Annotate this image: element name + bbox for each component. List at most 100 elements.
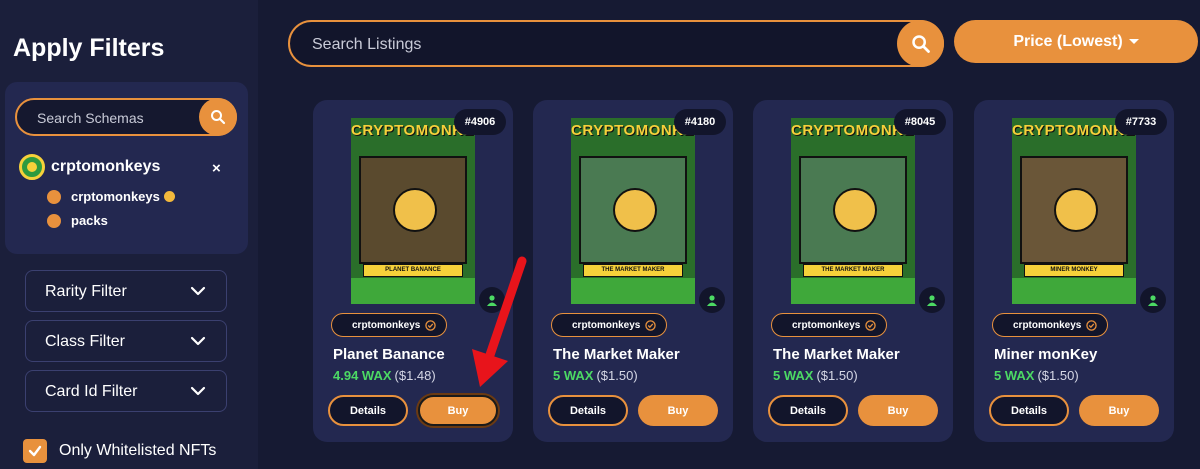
sidebar-title: Apply Filters [13, 34, 165, 62]
search-icon [911, 34, 930, 53]
monkey-face [1054, 188, 1098, 232]
price-usd: ($1.50) [596, 368, 638, 383]
schema-dot [47, 189, 61, 204]
mint-number-badge: #4180 [674, 109, 726, 135]
price-usd: ($1.50) [816, 368, 858, 383]
listing-card[interactable]: CRYPTOMONKEYS THE MARKET MAKER #4180 crp… [533, 100, 733, 442]
nft-card-image[interactable]: CRYPTOMONKEYS PLANET BANANCE [351, 118, 475, 304]
search-placeholder: Search Listings [312, 36, 422, 53]
monkey-face [613, 188, 657, 232]
schema-search-input[interactable]: Search Schemas [15, 98, 237, 136]
price-usd: ($1.48) [394, 368, 436, 383]
search-icon [211, 110, 226, 125]
filter-label: Card Id Filter [45, 383, 138, 400]
price-wax: 4.94 WAX [333, 368, 392, 383]
card-name: The Market Maker [773, 346, 900, 363]
schema-search-button[interactable] [199, 98, 237, 136]
mint-number-badge: #8045 [894, 109, 946, 135]
card-price: 5 WAX ($1.50) [553, 368, 638, 383]
verified-icon [865, 319, 877, 331]
buy-button[interactable]: Buy [418, 395, 498, 426]
collection-pill-label: crptomonkeys [352, 319, 421, 331]
card-grass [571, 278, 695, 304]
details-button[interactable]: Details [548, 395, 628, 426]
chevron-down-icon [190, 386, 206, 396]
card-banner: THE MARKET MAKER [583, 264, 683, 277]
collection-pill[interactable]: crptomonkeys [331, 313, 447, 337]
verified-icon [425, 319, 437, 331]
chevron-down-icon [190, 286, 206, 296]
card-price: 4.94 WAX ($1.48) [333, 368, 436, 383]
schema-item-label: packs [71, 213, 108, 228]
nft-card-image[interactable]: CRYPTOMONKEYS THE MARKET MAKER [791, 118, 915, 304]
monkey-face [833, 188, 877, 232]
card-scene [1020, 156, 1128, 264]
user-icon[interactable] [699, 287, 725, 313]
card-scene [359, 156, 467, 264]
collection-logo-icon [19, 154, 45, 180]
schema-item-packs[interactable]: packs [47, 213, 108, 228]
verified-icon [645, 319, 657, 331]
filter-label: Rarity Filter [45, 283, 127, 300]
user-icon[interactable] [919, 287, 945, 313]
buy-button[interactable]: Buy [638, 395, 718, 426]
collection-filter-row[interactable]: crptomonkeys [19, 154, 160, 180]
sort-dropdown[interactable]: Price (Lowest) [954, 20, 1198, 63]
price-wax: 5 WAX [773, 368, 814, 383]
whitelist-toggle-row[interactable]: Only Whitelisted NFTs [23, 439, 216, 463]
schema-item-label: crptomonkeys [71, 189, 160, 204]
nft-card-image[interactable]: CRYPTOMONKEYS THE MARKET MAKER [571, 118, 695, 304]
checkmark-icon [28, 445, 42, 457]
details-button[interactable]: Details [989, 395, 1069, 426]
card-grass [351, 278, 475, 304]
card-id-filter-dropdown[interactable]: Card Id Filter [25, 370, 227, 412]
red-arrow-annotation [472, 256, 527, 387]
search-listings-input[interactable]: Search Listings [288, 20, 944, 67]
details-button[interactable]: Details [328, 395, 408, 426]
card-banner: PLANET BANANCE [363, 264, 463, 277]
collection-pill[interactable]: crptomonkeys [771, 313, 887, 337]
filter-sidebar: Apply Filters Search Schemas crptomonkey… [0, 0, 258, 469]
price-usd: ($1.50) [1037, 368, 1079, 383]
collection-pill[interactable]: crptomonkeys [992, 313, 1108, 337]
coin-icon [163, 191, 175, 202]
collection-pill-label: crptomonkeys [1013, 319, 1082, 331]
sort-label: Price (Lowest) [1013, 32, 1123, 50]
listing-card[interactable]: CRYPTOMONKEYS MINER MONKEY #7733 crptomo… [974, 100, 1174, 442]
whitelist-label: Only Whitelisted NFTs [59, 442, 217, 459]
card-scene [579, 156, 687, 264]
details-button[interactable]: Details [768, 395, 848, 426]
schema-search-placeholder: Search Schemas [37, 110, 144, 126]
collection-pill-label: crptomonkeys [572, 319, 641, 331]
verified-icon [1086, 319, 1098, 331]
card-price: 5 WAX ($1.50) [773, 368, 858, 383]
rarity-filter-dropdown[interactable]: Rarity Filter [25, 270, 227, 312]
caret-down-icon [1128, 39, 1139, 44]
card-banner: MINER MONKEY [1024, 264, 1124, 277]
class-filter-dropdown[interactable]: Class Filter [25, 320, 227, 362]
buy-button[interactable]: Buy [858, 395, 938, 426]
filter-label: Class Filter [45, 333, 126, 350]
card-grass [1012, 278, 1136, 304]
schema-item-crptomonkeys[interactable]: crptomonkeys [47, 189, 175, 204]
whitelist-checkbox[interactable] [23, 439, 47, 463]
card-grass [791, 278, 915, 304]
user-icon[interactable] [1140, 287, 1166, 313]
card-name: Miner monKey [994, 346, 1098, 363]
search-button[interactable] [897, 20, 944, 67]
card-name: The Market Maker [553, 346, 680, 363]
chevron-down-icon [190, 336, 206, 346]
mint-number-badge: #7733 [1115, 109, 1167, 135]
card-scene [799, 156, 907, 264]
schema-dot [47, 213, 61, 228]
collection-pill-label: crptomonkeys [792, 319, 861, 331]
collection-pill[interactable]: crptomonkeys [551, 313, 667, 337]
schema-panel: Search Schemas crptomonkeys × crptomonke… [5, 82, 248, 254]
card-banner: THE MARKET MAKER [803, 264, 903, 277]
nft-card-image[interactable]: CRYPTOMONKEYS MINER MONKEY [1012, 118, 1136, 304]
collection-name: crptomonkeys [51, 158, 161, 175]
close-icon[interactable]: × [212, 160, 221, 177]
mint-number-badge: #4906 [454, 109, 506, 135]
buy-button[interactable]: Buy [1079, 395, 1159, 426]
listing-card[interactable]: CRYPTOMONKEYS THE MARKET MAKER #8045 crp… [753, 100, 953, 442]
